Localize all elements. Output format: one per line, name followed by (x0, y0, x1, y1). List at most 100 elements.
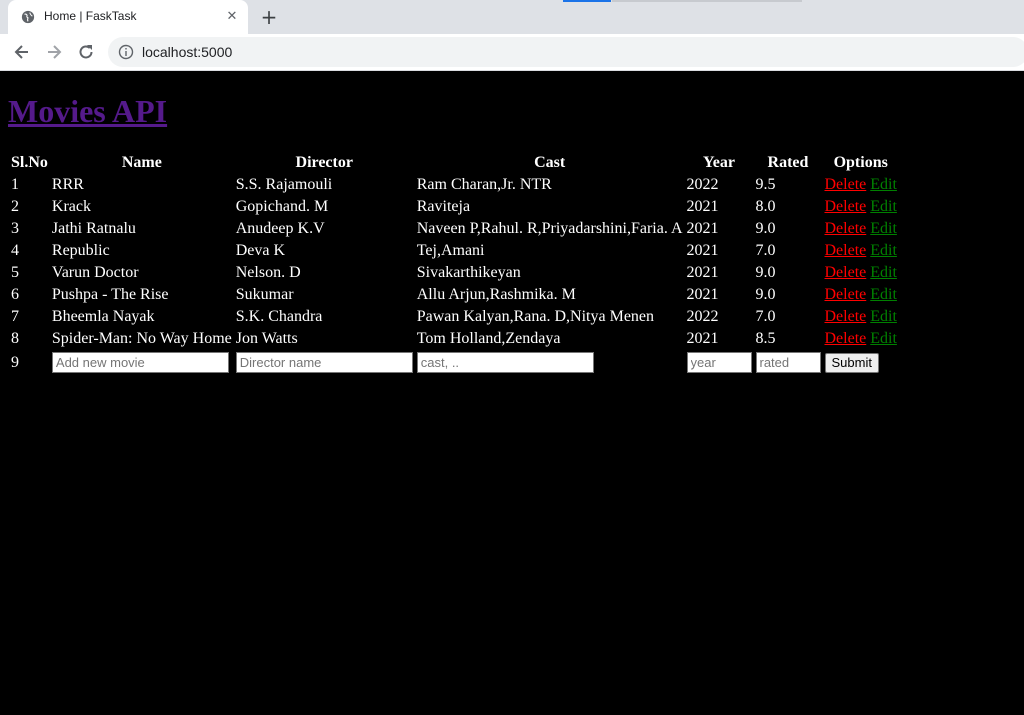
cell-sl-no: 8 (11, 330, 19, 347)
close-tab-icon[interactable]: ✕ (224, 9, 240, 25)
cell-options: Delete Edit (824, 285, 898, 305)
reload-icon[interactable] (76, 42, 96, 62)
table-row: 3 Jathi Ratnalu Anudeep K.V Naveen P,Rahul.… (10, 219, 898, 239)
page-title: Movies API (8, 93, 167, 130)
cell-director: Sukumar (235, 286, 294, 303)
cell-year: 2021 (686, 264, 719, 281)
table-row: 6 Pushpa - The Rise Sukumar Allu Arjun,Rash… (10, 285, 898, 305)
page-content: Movies API Sl.No Name Director Cast Year… (0, 71, 1024, 715)
delete-link[interactable]: Delete (825, 220, 867, 237)
movies-table: Sl.No Name Director Cast Year Rated Opti… (8, 151, 900, 376)
edit-link[interactable]: Edit (870, 264, 897, 281)
header-name: Name (121, 154, 162, 171)
cell-name: Krack (51, 198, 91, 215)
cast-input[interactable] (416, 352, 594, 373)
table-row: 1 RRR S.S. Rajamouli Ram Charan,Jr. NTR 2022… (10, 175, 898, 195)
address-bar[interactable]: localhost:5000 (108, 37, 1024, 67)
delete-link[interactable]: Delete (825, 308, 867, 325)
browser-chrome: Home | FaskTask ✕ + localhost:5000 (0, 0, 1024, 71)
new-row-submit-cell: Submit (824, 351, 898, 374)
cell-name: Jathi Ratnalu (51, 220, 136, 237)
cell-sl-no: 7 (11, 308, 19, 325)
globe-icon (21, 10, 35, 24)
cell-options: Delete Edit (824, 219, 898, 239)
cell-name: Republic (51, 242, 110, 259)
new-movie-row: 9 Submit (10, 351, 898, 374)
table-row: 4 Republic Deva K Tej,Amani 2021 7.0 Delete Ed… (10, 241, 898, 261)
cell-name: Pushpa - The Rise (51, 286, 169, 303)
year-input[interactable] (686, 352, 752, 373)
cell-rated: 7.0 (755, 308, 776, 325)
cell-rated: 9.0 (755, 264, 776, 281)
cell-director: S.K. Chandra (235, 308, 323, 325)
cell-cast: Raviteja (416, 198, 471, 215)
table-row: 8 Spider-Man: No Way Home Jon Watts Tom Hol… (10, 329, 898, 349)
cell-cast: Ram Charan,Jr. NTR (416, 176, 552, 193)
cell-rated: 9.5 (755, 176, 776, 193)
header-sl-no: Sl.No (11, 154, 48, 171)
cell-options: Delete Edit (824, 307, 898, 327)
tab-strip-divider (612, 0, 802, 2)
cell-cast: Sivakarthikeyan (416, 264, 521, 281)
cell-director: Jon Watts (235, 330, 298, 347)
tab-strip-accent (563, 0, 611, 2)
edit-link[interactable]: Edit (870, 330, 897, 347)
edit-link[interactable]: Edit (870, 176, 897, 193)
edit-link[interactable]: Edit (870, 286, 897, 303)
director-name-input[interactable] (235, 352, 413, 373)
delete-link[interactable]: Delete (825, 330, 867, 347)
cell-rated: 7.0 (755, 242, 776, 259)
cell-director: Gopichand. M (235, 198, 329, 215)
cell-cast: Tom Holland,Zendaya (416, 330, 561, 347)
cell-director: Deva K (235, 242, 286, 259)
edit-link[interactable]: Edit (870, 220, 897, 237)
header-cast: Cast (534, 154, 566, 171)
cell-director: S.S. Rajamouli (235, 176, 333, 193)
cell-sl-no: 1 (11, 176, 19, 193)
back-arrow-icon[interactable] (12, 42, 32, 62)
page-title-link[interactable]: Movies API (8, 93, 167, 129)
cell-year: 2021 (686, 286, 719, 303)
info-icon[interactable] (118, 44, 134, 60)
cell-cast: Naveen P,Rahul. R,Priyadarshini,Faria. A (416, 220, 683, 237)
edit-link[interactable]: Edit (870, 198, 897, 215)
url-text: localhost:5000 (142, 44, 233, 60)
table-row: 5 Varun Doctor Nelson. D Sivakarthikeyan 202… (10, 263, 898, 283)
table-row: 2 Krack Gopichand. M Raviteja 2021 8.0 Delete … (10, 197, 898, 217)
cell-sl-no: 5 (11, 264, 19, 281)
cell-name: RRR (51, 176, 84, 193)
header-year: Year (703, 154, 735, 171)
browser-tab[interactable]: Home | FaskTask ✕ (8, 0, 248, 34)
delete-link[interactable]: Delete (825, 264, 867, 281)
cell-options: Delete Edit (824, 241, 898, 261)
cell-sl-no: 4 (11, 242, 19, 259)
new-tab-icon[interactable]: + (259, 7, 279, 27)
cell-year: 2022 (686, 176, 719, 193)
cell-cast: Tej,Amani (416, 242, 485, 259)
cell-director: Nelson. D (235, 264, 301, 281)
cell-sl-no: 6 (11, 286, 19, 303)
cell-cast: Pawan Kalyan,Rana. D,Nitya Menen (416, 308, 655, 325)
table-header-row: Sl.No Name Director Cast Year Rated Opti… (10, 153, 898, 173)
cell-rated: 8.5 (755, 330, 776, 347)
new-row-year-cell (686, 351, 753, 374)
table-row: 7 Bheemla Nayak S.K. Chandra Pawan Kalyan,R… (10, 307, 898, 327)
header-rated: Rated (767, 154, 809, 171)
edit-link[interactable]: Edit (870, 308, 897, 325)
cell-sl-no: 3 (11, 220, 19, 237)
cell-director: Anudeep K.V (235, 220, 325, 237)
forward-arrow-icon[interactable] (44, 42, 64, 62)
delete-link[interactable]: Delete (825, 242, 867, 259)
cell-name: Bheemla Nayak (51, 308, 155, 325)
delete-link[interactable]: Delete (825, 286, 867, 303)
delete-link[interactable]: Delete (825, 198, 867, 215)
rated-input[interactable] (755, 352, 821, 373)
cell-name: Varun Doctor (51, 264, 139, 281)
delete-link[interactable]: Delete (825, 176, 867, 193)
cell-year: 2022 (686, 308, 719, 325)
cell-year: 2021 (686, 198, 719, 215)
submit-button[interactable]: Submit (824, 352, 879, 373)
edit-link[interactable]: Edit (870, 242, 897, 259)
movie-name-input[interactable] (51, 352, 229, 373)
cell-options: Delete Edit (824, 263, 898, 283)
